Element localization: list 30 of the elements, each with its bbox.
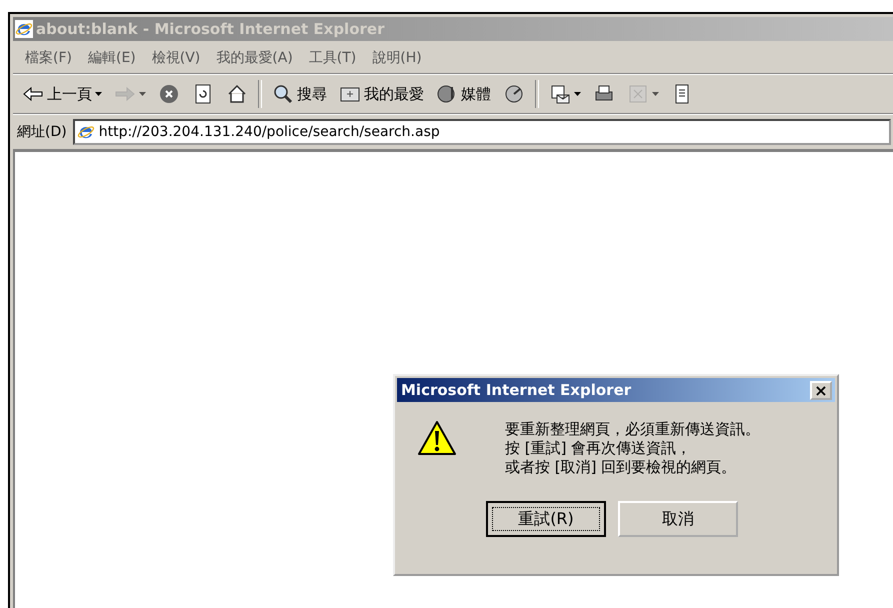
edit-icon	[627, 83, 649, 105]
menu-item[interactable]: 說明(H)	[366, 47, 428, 69]
media-button[interactable]: 媒體	[431, 81, 496, 107]
dialog-message-line: 要重新整理網頁，必須重新傳送資訊。	[505, 420, 760, 439]
search-button[interactable]: 搜尋	[267, 81, 332, 107]
favorites-button[interactable]: 我的最愛	[334, 81, 429, 107]
menu-item[interactable]: 工具(T)	[302, 47, 362, 69]
address-field[interactable]: http://203.204.131.240/police/search/search.asp	[72, 119, 891, 145]
dropdown-caret-icon[interactable]	[95, 92, 102, 96]
dialog-button[interactable]: 重試(R)	[486, 501, 606, 537]
warning-icon	[417, 420, 457, 458]
address-label: 網址(D)	[16, 123, 68, 141]
mail-icon	[549, 83, 571, 105]
dialog-message-line: 按 [重試] 會再次傳送資訊，	[505, 439, 692, 458]
menu-item[interactable]: 檔案(F)	[19, 47, 78, 69]
menu-item[interactable]: 檢視(V)	[146, 47, 206, 69]
menu-item[interactable]: 編輯(E)	[82, 47, 142, 69]
close-button[interactable]: ×	[810, 380, 832, 400]
search-icon	[272, 83, 294, 105]
back-button[interactable]: 上一頁	[17, 81, 107, 107]
stop-icon	[158, 83, 180, 105]
clock-icon	[503, 83, 525, 105]
home-icon	[226, 83, 248, 105]
window-title: about:blank - Microsoft Internet Explorer	[36, 20, 384, 38]
dialog-message-line: 或者按 [取消] 回到要檢視的網頁。	[505, 458, 738, 477]
dialog-title: Microsoft Internet Explorer	[401, 381, 632, 399]
browser-logo-icon	[15, 20, 33, 38]
menu-item[interactable]: 我的最愛(A)	[210, 47, 299, 69]
dropdown-caret-icon[interactable]	[574, 92, 581, 96]
dialog-button[interactable]: 取消	[618, 501, 738, 537]
